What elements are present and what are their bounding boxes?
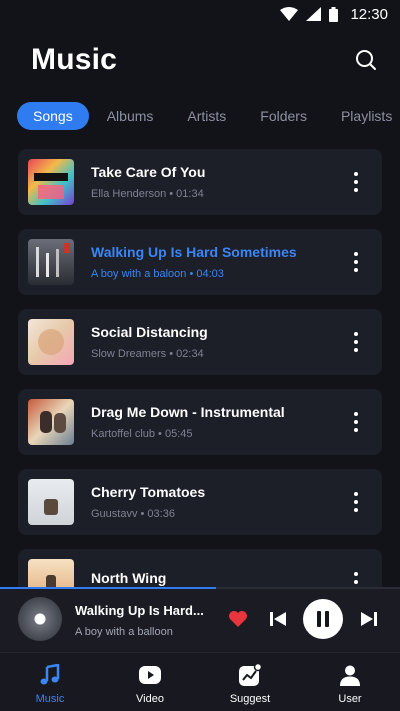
status-bar: 12:30 [0,0,400,28]
song-title: Cherry Tomatoes [91,484,206,500]
tab-songs[interactable]: Songs [17,102,89,130]
song-meta: A boy with a baloon • 04:03 [91,268,224,280]
song-item[interactable]: Cherry Tomatoes Guustavv • 03:36 [18,469,382,535]
pause-button[interactable] [303,599,343,639]
nav-label: User [338,693,362,705]
header: Music [31,38,380,82]
status-time: 12:30 [350,5,388,23]
next-button[interactable] [357,607,381,631]
song-item[interactable]: Take Care Of You Ella Henderson • 01:34 [18,149,382,215]
search-button[interactable] [352,46,380,74]
video-icon [139,666,161,684]
nav-label: Suggest [229,693,271,705]
bottom-navigation: Music Video Suggest User [0,652,400,711]
user-icon [340,665,360,686]
favorite-button[interactable] [226,607,250,631]
nav-music[interactable]: Music [0,653,100,711]
playback-progress[interactable] [0,587,400,589]
music-note-icon [40,664,60,685]
song-title: Social Distancing [91,324,208,340]
song-item[interactable]: Walking Up Is Hard Sometimes A boy with … [18,229,382,295]
nav-suggest[interactable]: Suggest [200,653,300,711]
nav-label: Music [35,693,65,705]
album-art [28,319,74,365]
song-meta: Slow Dreamers • 02:34 [91,348,204,360]
album-art [28,559,74,587]
previous-button[interactable] [266,607,290,631]
song-title: Drag Me Down - Instrumental [91,404,285,420]
album-art [28,479,74,525]
playback-progress-fill [0,587,216,589]
tab-folders[interactable]: Folders [243,102,324,130]
song-item[interactable]: Drag Me Down - Instrumental Kartoffel cl… [18,389,382,455]
nav-user[interactable]: User [300,653,400,711]
song-item[interactable]: North Wing [18,549,382,587]
album-art [28,239,74,285]
song-title: Take Care Of You [91,164,206,180]
tab-playlists[interactable]: Playlists [324,102,400,130]
pause-icon [317,611,329,627]
song-meta: Kartoffel club • 05:45 [91,428,193,440]
album-art [28,399,74,445]
category-tabs: Songs Albums Artists Folders Playlists [17,102,400,130]
more-options-button[interactable] [346,567,366,587]
more-options-button[interactable] [346,327,366,357]
song-meta: Guustavv • 03:36 [91,508,175,520]
song-item[interactable]: Social Distancing Slow Dreamers • 02:34 [18,309,382,375]
now-playing-artist: A boy with a balloon [75,626,173,638]
now-playing-art [18,597,62,641]
heart-icon [229,611,247,627]
song-list: Take Care Of You Ella Henderson • 01:34 … [18,149,382,587]
tab-artists[interactable]: Artists [170,102,243,130]
more-options-button[interactable] [346,407,366,437]
page-title: Music [31,43,118,76]
now-playing-title: Walking Up Is Hard... [75,603,204,618]
tab-albums[interactable]: Albums [90,102,171,130]
album-art [28,159,74,205]
song-title: North Wing [91,570,167,586]
battery-icon [329,6,339,22]
song-title: Walking Up Is Hard Sometimes [91,244,297,260]
more-options-button[interactable] [346,247,366,277]
signal-icon [306,7,322,21]
more-options-button[interactable] [346,167,366,197]
song-meta: Ella Henderson • 01:34 [91,188,204,200]
skip-previous-icon [270,612,286,626]
more-options-button[interactable] [346,487,366,517]
suggest-icon [239,663,262,686]
search-icon [356,50,376,70]
skip-next-icon [361,612,377,626]
wifi-icon [280,7,299,21]
nav-label: Video [136,693,164,705]
mini-player[interactable]: Walking Up Is Hard... A boy with a ballo… [0,587,400,652]
nav-video[interactable]: Video [100,653,200,711]
